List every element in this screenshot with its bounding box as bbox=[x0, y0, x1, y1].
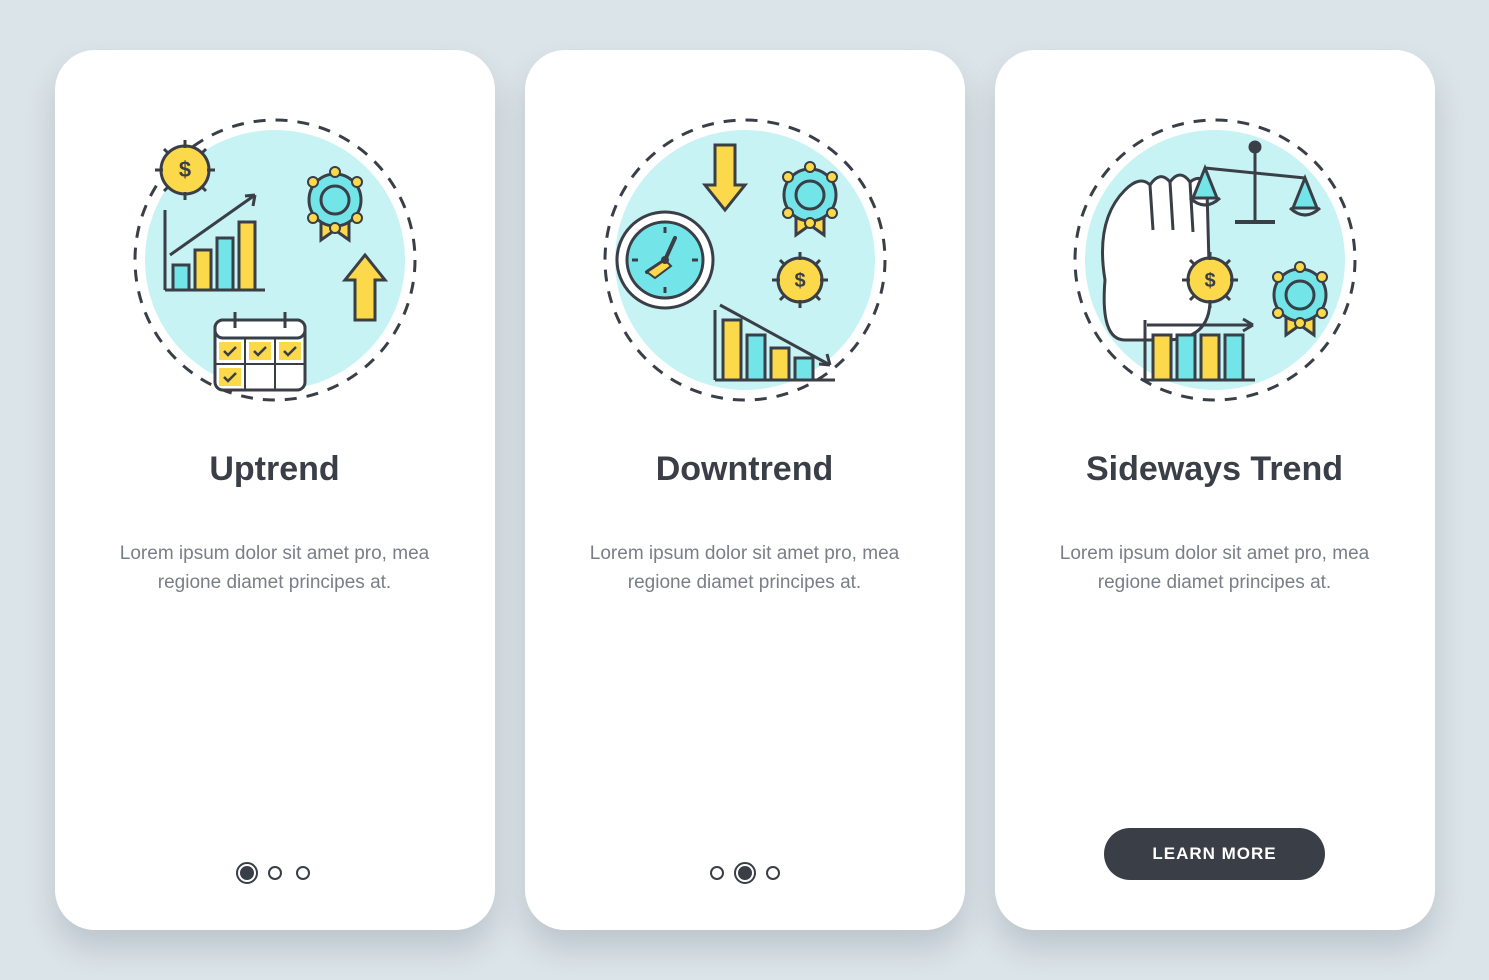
svg-text:$: $ bbox=[794, 270, 805, 292]
downtrend-illustration: $ bbox=[595, 110, 895, 410]
onboarding-card-sideways: $ < bbox=[995, 50, 1435, 930]
card-body: Lorem ipsum dolor sit amet pro, mea regi… bbox=[585, 539, 905, 866]
learn-more-button[interactable]: LEARN MORE bbox=[1104, 828, 1324, 880]
svg-text:$: $ bbox=[1204, 270, 1215, 292]
uptrend-illustration: $ bbox=[125, 110, 425, 410]
dot-3[interactable] bbox=[296, 866, 310, 880]
dot-1[interactable] bbox=[710, 866, 724, 880]
pagination-dots bbox=[240, 866, 310, 880]
dot-2[interactable] bbox=[268, 866, 282, 880]
onboarding-card-downtrend: $ Downtrend Lorem ipsum dolor sit amet p… bbox=[525, 50, 965, 930]
sideways-illustration: $ < bbox=[1065, 110, 1365, 410]
dot-2[interactable] bbox=[738, 866, 752, 880]
dot-3[interactable] bbox=[766, 866, 780, 880]
card-title: Downtrend bbox=[656, 450, 834, 489]
dot-1[interactable] bbox=[240, 866, 254, 880]
onboarding-card-uptrend: $ bbox=[55, 50, 495, 930]
card-body: Lorem ipsum dolor sit amet pro, mea regi… bbox=[1055, 539, 1375, 828]
card-title: Sideways Trend bbox=[1086, 450, 1343, 489]
card-body: Lorem ipsum dolor sit amet pro, mea regi… bbox=[115, 539, 435, 866]
card-title: Uptrend bbox=[209, 450, 339, 489]
svg-text:$: $ bbox=[178, 157, 190, 182]
pagination-dots bbox=[710, 866, 780, 880]
